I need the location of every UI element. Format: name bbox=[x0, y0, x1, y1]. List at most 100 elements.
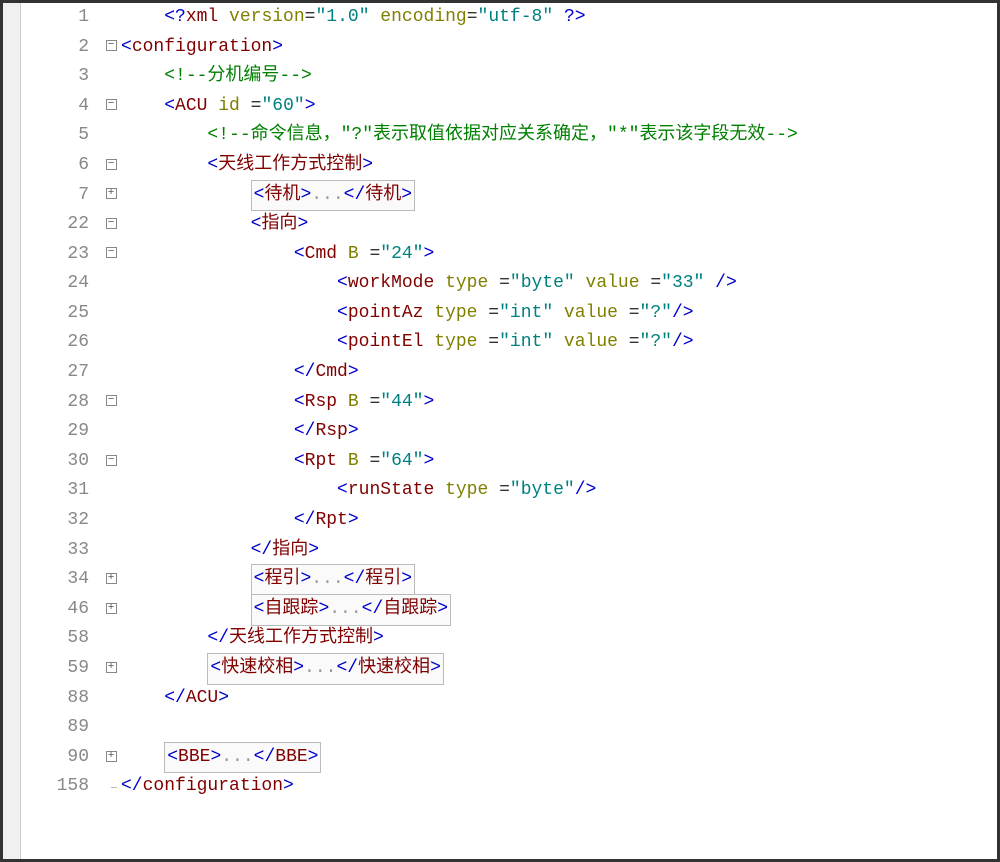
fold-expand-icon[interactable]: + bbox=[106, 188, 117, 199]
line-number: 7 bbox=[21, 181, 101, 211]
fold-gutter: + bbox=[101, 743, 121, 773]
line-number: 24 bbox=[21, 269, 101, 299]
code-line[interactable]: 89 bbox=[21, 713, 997, 743]
fold-gutter: − bbox=[101, 151, 121, 181]
fold-gutter: − bbox=[101, 447, 121, 477]
code-line[interactable]: 5 <!--命令信息，"?"表示取值依据对应关系确定，"*"表示该字段无效--> bbox=[21, 121, 997, 151]
line-content[interactable] bbox=[121, 713, 997, 743]
line-content[interactable]: <快速校相>...</快速校相> bbox=[121, 653, 997, 685]
line-content[interactable]: <workMode type ="byte" value ="33" /> bbox=[121, 269, 997, 299]
line-number: 33 bbox=[21, 536, 101, 566]
code-line[interactable]: 90 + <BBE>...</BBE> bbox=[21, 743, 997, 773]
fold-collapse-icon[interactable]: − bbox=[106, 455, 117, 466]
fold-expand-icon[interactable]: + bbox=[106, 751, 117, 762]
collapsed-region[interactable]: <待机>...</待机> bbox=[251, 180, 415, 212]
line-number: 46 bbox=[21, 595, 101, 625]
line-content[interactable]: <天线工作方式控制> bbox=[121, 151, 997, 181]
line-content[interactable]: </天线工作方式控制> bbox=[121, 624, 997, 654]
line-content[interactable]: <BBE>...</BBE> bbox=[121, 742, 997, 774]
code-line[interactable]: 31 <runState type ="byte"/> bbox=[21, 477, 997, 507]
code-line[interactable]: 1 <?xml version="1.0" encoding="utf-8" ?… bbox=[21, 3, 997, 33]
line-number: 2 bbox=[21, 33, 101, 63]
code-line[interactable]: 24 <workMode type ="byte" value ="33" /> bbox=[21, 269, 997, 299]
fold-expand-icon[interactable]: + bbox=[106, 573, 117, 584]
vertical-scrollbar[interactable] bbox=[3, 3, 21, 859]
collapsed-region[interactable]: <快速校相>...</快速校相> bbox=[207, 653, 443, 685]
code-line[interactable]: 59+ <快速校相>...</快速校相> bbox=[21, 654, 997, 684]
line-content[interactable]: <!--命令信息，"?"表示取值依据对应关系确定，"*"表示该字段无效--> bbox=[121, 121, 997, 151]
line-content[interactable]: <Rpt B ="64"> bbox=[121, 447, 997, 477]
code-line[interactable]: 22− <指向> bbox=[21, 210, 997, 240]
fold-gutter: − bbox=[101, 240, 121, 270]
code-line[interactable]: 34 + <程引>...</程引> bbox=[21, 565, 997, 595]
code-line[interactable]: 23− <Cmd B ="24"> bbox=[21, 240, 997, 270]
line-number: 34 bbox=[21, 565, 101, 595]
line-content[interactable]: </configuration> bbox=[121, 772, 997, 802]
line-number: 26 bbox=[21, 328, 101, 358]
code-line[interactable]: 4− <ACU id ="60"> bbox=[21, 92, 997, 122]
code-editor[interactable]: 1 <?xml version="1.0" encoding="utf-8" ?… bbox=[3, 3, 997, 859]
code-line[interactable]: 26 <pointEl type ="int" value ="?"/> bbox=[21, 329, 997, 359]
code-line[interactable]: 6− <天线工作方式控制> bbox=[21, 151, 997, 181]
line-content[interactable]: <程引>...</程引> bbox=[121, 564, 997, 596]
code-line[interactable]: 29 </Rsp> bbox=[21, 417, 997, 447]
fold-gutter: − bbox=[101, 388, 121, 418]
line-content[interactable]: <ACU id ="60"> bbox=[121, 92, 997, 122]
line-number: 31 bbox=[21, 476, 101, 506]
fold-gutter: − bbox=[101, 92, 121, 122]
line-number: 32 bbox=[21, 506, 101, 536]
line-content[interactable]: </Rsp> bbox=[121, 417, 997, 447]
code-line[interactable]: 2−<configuration> bbox=[21, 33, 997, 63]
code-line[interactable]: 32 </Rpt> bbox=[21, 506, 997, 536]
line-content[interactable]: <指向> bbox=[121, 210, 997, 240]
code-line[interactable]: 33 </指向> bbox=[21, 536, 997, 566]
fold-collapse-icon[interactable]: − bbox=[106, 218, 117, 229]
collapsed-region[interactable]: <BBE>...</BBE> bbox=[164, 742, 321, 774]
code-line[interactable]: 88 </ACU> bbox=[21, 684, 997, 714]
line-content[interactable]: <自跟踪>...</自跟踪> bbox=[121, 594, 997, 626]
line-content[interactable]: <configuration> bbox=[121, 33, 997, 63]
code-line[interactable]: 30− <Rpt B ="64"> bbox=[21, 447, 997, 477]
code-line[interactable]: 158 </configuration> bbox=[21, 772, 997, 802]
collapsed-region[interactable]: <自跟踪>...</自跟踪> bbox=[251, 594, 451, 626]
line-content[interactable]: <Cmd B ="24"> bbox=[121, 240, 997, 270]
line-content[interactable]: </Cmd> bbox=[121, 358, 997, 388]
line-content[interactable]: </指向> bbox=[121, 536, 997, 566]
line-content[interactable]: <Rsp B ="44"> bbox=[121, 388, 997, 418]
collapsed-region[interactable]: <程引>...</程引> bbox=[251, 564, 415, 596]
code-line[interactable]: 27 </Cmd> bbox=[21, 358, 997, 388]
code-line[interactable]: 3 <!--分机编号--> bbox=[21, 62, 997, 92]
fold-collapse-icon[interactable]: − bbox=[106, 159, 117, 170]
line-number: 27 bbox=[21, 358, 101, 388]
line-number: 29 bbox=[21, 417, 101, 447]
line-number: 90 bbox=[21, 743, 101, 773]
line-content[interactable]: <runState type ="byte"/> bbox=[121, 476, 997, 506]
line-number: 25 bbox=[21, 299, 101, 329]
code-area[interactable]: 1 <?xml version="1.0" encoding="utf-8" ?… bbox=[21, 3, 997, 859]
fold-collapse-icon[interactable]: − bbox=[106, 247, 117, 258]
line-content[interactable]: <待机>...</待机> bbox=[121, 180, 997, 212]
line-content[interactable]: </Rpt> bbox=[121, 506, 997, 536]
line-number: 89 bbox=[21, 713, 101, 743]
line-number: 6 bbox=[21, 151, 101, 181]
line-content[interactable]: </ACU> bbox=[121, 684, 997, 714]
code-line[interactable]: 25 <pointAz type ="int" value ="?"/> bbox=[21, 299, 997, 329]
line-content[interactable]: <pointAz type ="int" value ="?"/> bbox=[121, 299, 997, 329]
code-line[interactable]: 7 + <待机>...</待机> bbox=[21, 181, 997, 211]
fold-expand-icon[interactable]: + bbox=[106, 662, 117, 673]
line-content[interactable]: <!--分机编号--> bbox=[121, 62, 997, 92]
line-number: 3 bbox=[21, 62, 101, 92]
fold-collapse-icon[interactable]: − bbox=[106, 40, 117, 51]
line-number: 4 bbox=[21, 92, 101, 122]
fold-collapse-icon[interactable]: − bbox=[106, 395, 117, 406]
line-content[interactable]: <pointEl type ="int" value ="?"/> bbox=[121, 328, 997, 358]
fold-gutter: + bbox=[101, 595, 121, 625]
fold-expand-icon[interactable]: + bbox=[106, 603, 117, 614]
code-line[interactable]: 28− <Rsp B ="44"> bbox=[21, 388, 997, 418]
code-line[interactable]: 58 </天线工作方式控制> bbox=[21, 624, 997, 654]
code-line[interactable]: 46 + <自跟踪>...</自跟踪> bbox=[21, 595, 997, 625]
line-number: 158 bbox=[21, 772, 101, 802]
fold-collapse-icon[interactable]: − bbox=[106, 99, 117, 110]
line-number: 58 bbox=[21, 624, 101, 654]
line-content[interactable]: <?xml version="1.0" encoding="utf-8" ?> bbox=[121, 3, 997, 33]
